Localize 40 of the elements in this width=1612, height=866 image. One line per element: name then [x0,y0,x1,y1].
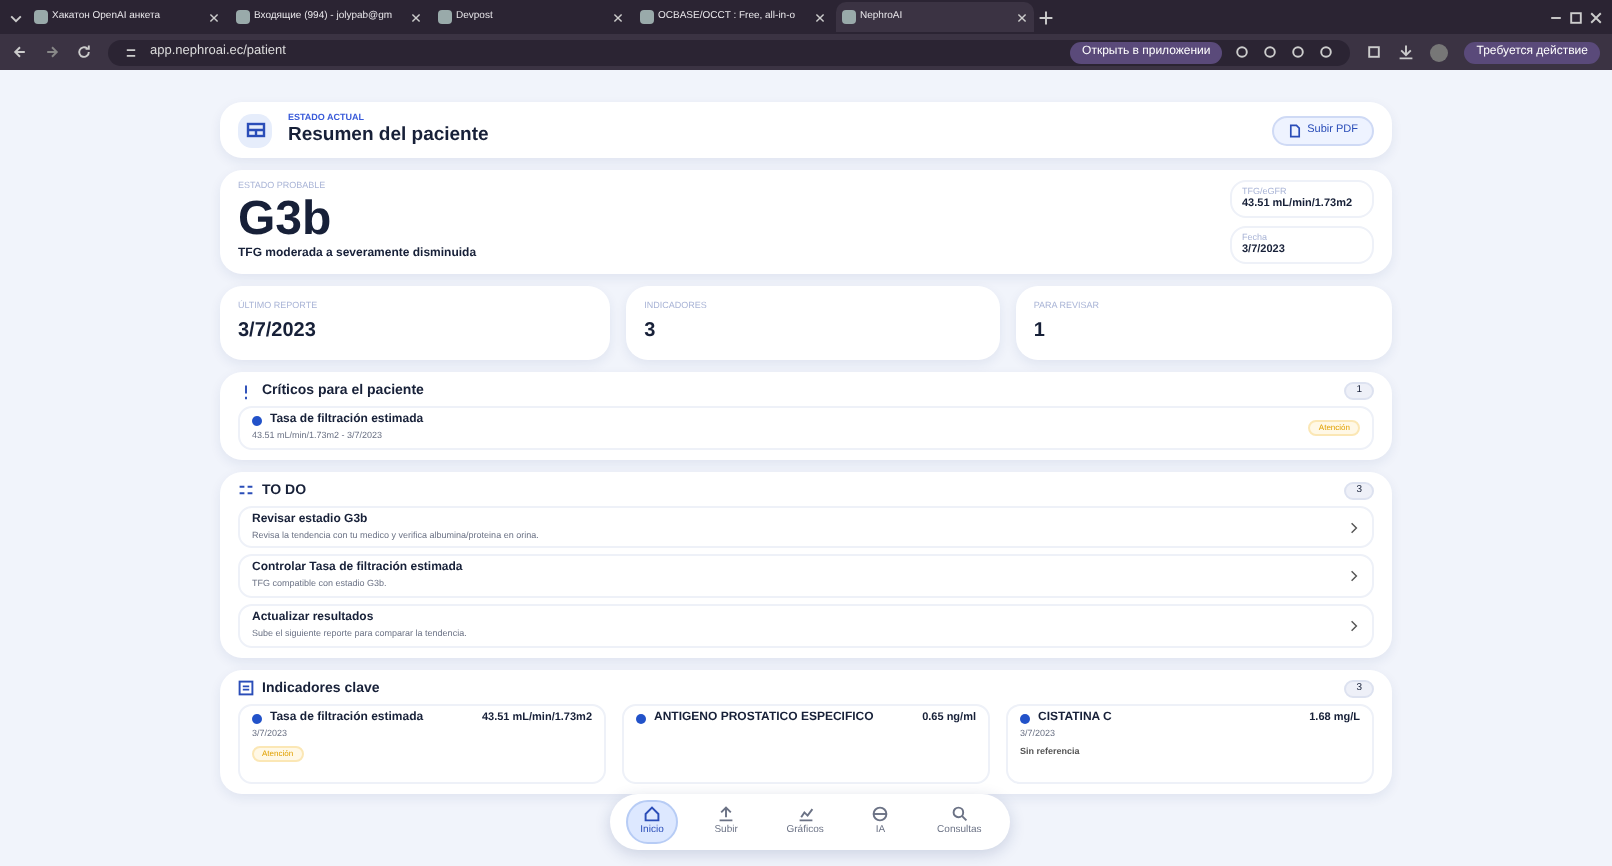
forward-icon [44,44,60,60]
favicon-icon [438,10,452,24]
chart-icon [797,805,814,822]
new-tab-icon [1038,9,1054,25]
download-icon [1398,44,1415,60]
status-dot [1020,714,1030,725]
page-title: Resumen del paciente [288,123,491,149]
reload-icon [76,44,92,60]
status-dot [252,714,262,725]
close-icon [814,11,826,23]
close-icon [208,11,220,23]
close-icon [410,11,422,23]
back-icon [12,44,28,60]
stat-value: 1 [1033,320,1047,344]
avatar-icon [1430,43,1449,61]
list-icon [238,680,254,697]
checklist-icon [238,482,254,499]
favicon-icon [236,10,250,24]
close-icon [1588,9,1604,25]
chevron-right-icon [1348,570,1360,583]
chevron-right-icon [1348,619,1360,632]
site-info-icon [124,45,138,59]
extensions-icon [1366,44,1383,60]
dashboard-icon [238,113,272,148]
close-icon [612,11,624,23]
favicon-icon [34,10,48,24]
close-icon [1016,11,1028,23]
restore-icon [1568,9,1584,25]
chevron-right-icon [1348,521,1360,534]
status-dot [252,416,262,427]
stat-value: 3/7/2023 [238,320,318,344]
globe-icon [872,805,889,822]
stage-value: G3b [238,196,334,245]
home-icon [644,805,661,822]
status-dot [636,714,646,725]
favicon-icon [842,10,856,24]
document-icon [1287,123,1302,138]
upload-icon [718,805,735,822]
stat-value: 3 [644,320,658,344]
favicon-icon [640,10,654,24]
